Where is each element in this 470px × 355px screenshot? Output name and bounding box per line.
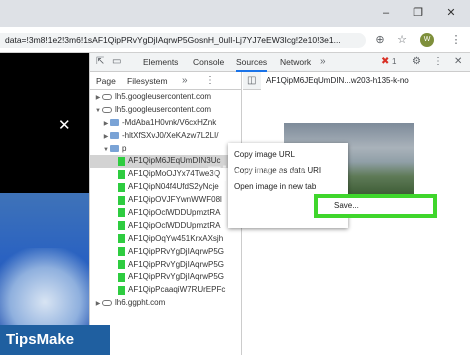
profile-avatar[interactable]: W — [420, 33, 434, 47]
window-title-bar: – ❐ ✕ — [0, 0, 470, 27]
tab-sources[interactable]: Sources — [236, 53, 268, 72]
tree-item-label: AF1QipOclWDDUpmztRA — [128, 220, 221, 230]
tree-file-item[interactable]: AF1QipOclWDDUpmztRA — [90, 207, 241, 220]
folder-icon — [110, 132, 119, 140]
image-file-icon — [118, 182, 125, 192]
expand-arrow-right-icon[interactable]: ▶ — [94, 298, 102, 310]
tree-item-label: lh5.googleusercontent.com — [115, 104, 212, 114]
source-tab-bar: ◫ AF1QipM6JEqUmDIN...w203-h135-k-no — [243, 72, 470, 90]
tree-item-label: AF1QipOclWDDUpmztRA — [128, 208, 221, 218]
url-field[interactable]: data=!3m8!1e2!3m6!1sAF1QipPRvYgDjIAqrwP5… — [0, 33, 366, 48]
tree-domain-item[interactable]: ▶ lh5.googleusercontent.com — [90, 91, 241, 104]
tree-item-label: AF1QipPcaaqiW7RUrEPFc — [128, 285, 226, 295]
tree-domain-item[interactable]: ▶ lh6.ggpht.com — [90, 297, 241, 310]
inspect-element-icon[interactable]: ⇱ — [96, 56, 104, 68]
expand-arrow-right-icon[interactable]: ▶ — [102, 131, 110, 143]
tree-item-label: AF1QipMoOJYx74Twe3Q — [128, 169, 221, 179]
close-viewer-icon[interactable]: ✕ — [58, 118, 71, 133]
error-icon: ✖ — [381, 56, 390, 67]
tree-item-label: AF1QipOqYw451KrxAXsjh — [128, 233, 224, 243]
bookmark-star-icon[interactable]: ☆ — [395, 33, 409, 47]
file-tree: ▶ lh5.googleusercontent.com ▼ lh5.googleuse… — [90, 91, 241, 310]
tree-file-item[interactable]: AF1QipPRvYgDjIAqrwP5G — [90, 259, 241, 272]
menu-dots-icon[interactable]: ⋮ — [449, 33, 463, 47]
tab-page[interactable]: Page — [96, 72, 116, 91]
settings-gear-icon[interactable]: ⚙ — [412, 56, 421, 68]
tree-item-label: AF1QipN04f4UfdS2yNcje — [128, 182, 219, 192]
address-bar: data=!3m8!1e2!3m6!1sAF1QipPRvYgDjIAqrwP5… — [0, 27, 470, 53]
source-file-tab[interactable]: AF1QipM6JEqUmDIN...w203-h135-k-no — [261, 72, 470, 90]
tab-elements[interactable]: Elements — [143, 53, 178, 72]
tree-file-item[interactable]: AF1QipOqYw451KrxAXsjh — [90, 233, 241, 246]
image-viewer: ✕ — [0, 53, 89, 355]
image-file-icon — [118, 169, 125, 179]
cloud-icon — [102, 93, 112, 100]
image-file-icon — [118, 272, 125, 282]
cloud-icon — [102, 106, 112, 113]
tree-item-label: lh6.ggpht.com — [115, 298, 166, 308]
image-file-icon — [118, 247, 125, 257]
tree-folder-item[interactable]: ▶ -hltXfSXvJ0/XeKAzw7L2LI/ — [90, 130, 241, 143]
folder-icon — [110, 144, 119, 152]
devtools-toolbar: ⇱ ▭ Elements Console Sources Network » ✖… — [90, 53, 470, 72]
brand-logo: TipsMake — [0, 325, 110, 355]
tree-folder-item[interactable]: ▶ -MdAba1H0vnk/V6cxHZnk — [90, 117, 241, 130]
image-file-icon — [118, 156, 125, 166]
tree-item-label: -MdAba1H0vnk/V6cxHZnk — [122, 117, 217, 127]
image-file-icon — [118, 195, 125, 205]
tree-file-item[interactable]: AF1QipOVJFYwnWWF08l — [90, 194, 241, 207]
tree-folder-item[interactable]: ▼ p — [90, 143, 241, 156]
tab-filesystem[interactable]: Filesystem — [127, 72, 168, 91]
tree-file-item[interactable]: AF1QipPcaaqiW7RUrEPFc — [90, 284, 241, 297]
menu-item-copy-url[interactable]: Copy image URL — [228, 147, 348, 163]
tree-item-label: p — [122, 143, 127, 153]
navigator-panel: Page Filesystem » ⋮ ▶ lh5.googleuserconte… — [90, 72, 242, 355]
tree-file-item[interactable]: AF1QipPRvYgDjIAqrwP5G — [90, 271, 241, 284]
close-window-icon[interactable]: ✕ — [443, 6, 459, 20]
image-file-icon — [118, 221, 125, 231]
tree-item-label: AF1QipPRvYgDjIAqrwP5G — [128, 259, 225, 269]
image-file-icon — [118, 234, 125, 244]
toggle-navigator-icon[interactable]: ◫ — [247, 75, 256, 87]
tree-domain-item[interactable]: ▼ lh5.googleusercontent.com — [90, 104, 241, 117]
tree-item-label: -hltXfSXvJ0/XeKAzw7L2LI/ — [122, 130, 219, 140]
tree-file-item[interactable]: AF1QipPRvYgDjIAqrwP5G — [90, 246, 241, 259]
watermark: TipsMake — [208, 163, 312, 186]
image-file-icon — [118, 285, 125, 295]
zoom-icon[interactable]: ⊕ — [373, 33, 387, 47]
more-tabs-icon[interactable]: » — [320, 56, 326, 68]
menu-item-save[interactable]: Save... — [314, 194, 437, 218]
navigator-menu-icon[interactable]: ⋮ — [205, 75, 215, 87]
expand-arrow-down-icon[interactable]: ▼ — [102, 144, 110, 156]
folder-icon — [110, 119, 119, 127]
tree-item-label: AF1QipPRvYgDjIAqrwP5G — [128, 272, 225, 282]
restore-icon[interactable]: ❐ — [410, 6, 426, 20]
navigator-tabs: Page Filesystem » ⋮ — [90, 72, 241, 91]
tree-item-label: lh5.googleusercontent.com — [115, 92, 212, 101]
devtools-menu-icon[interactable]: ⋮ — [433, 56, 443, 68]
tab-console[interactable]: Console — [193, 53, 224, 72]
tree-item-label: AF1QipOVJFYwnWWF08l — [128, 195, 222, 205]
error-count: 1 — [392, 57, 397, 66]
expand-arrow-right-icon[interactable]: ▶ — [94, 92, 102, 104]
image-file-icon — [118, 208, 125, 218]
expand-arrow-down-icon[interactable]: ▼ — [94, 105, 102, 117]
tree-item-label: AF1QipM6JEqUmDIN3Uc — [128, 156, 221, 166]
expand-arrow-right-icon[interactable]: ▶ — [102, 118, 110, 130]
cloud-icon — [102, 300, 112, 307]
navigator-more-icon[interactable]: » — [182, 75, 188, 87]
tree-file-item[interactable]: AF1QipOclWDDUpmztRA — [90, 220, 241, 233]
close-devtools-icon[interactable]: ✕ — [454, 56, 462, 68]
tree-item-label: AF1QipPRvYgDjIAqrwP5G — [128, 246, 225, 256]
image-file-icon — [118, 259, 125, 269]
tab-network[interactable]: Network — [280, 53, 311, 72]
minimize-icon[interactable]: – — [378, 6, 394, 20]
device-toggle-icon[interactable]: ▭ — [112, 56, 121, 68]
